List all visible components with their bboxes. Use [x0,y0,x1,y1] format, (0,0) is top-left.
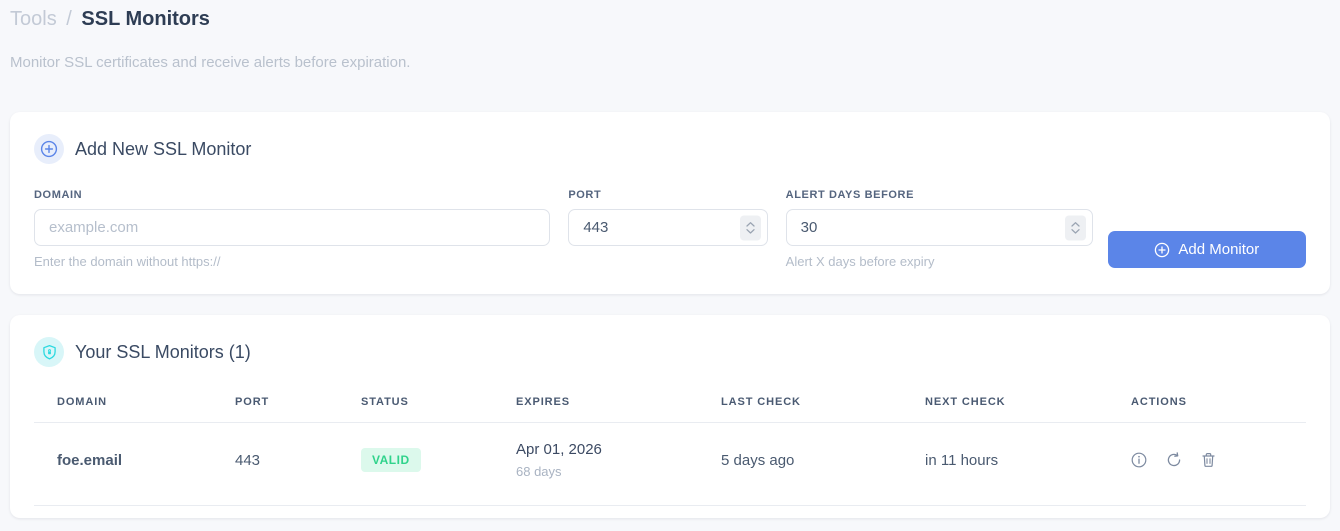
refresh-icon [1167,452,1181,467]
alert-days-helper-text: Alert X days before expiry [785,254,935,269]
monitors-table: DOMAIN PORT STATUS EXPIRES LAST CHECK NE… [34,392,1306,506]
chevron-up-icon [746,221,755,227]
monitor-last-check: 5 days ago [698,422,902,506]
table-row: foe.email 443 VALID Apr 01, 2026 68 days… [34,422,1306,506]
monitors-list-card: Your SSL Monitors (1) DOMAIN PORT STATUS… [10,315,1330,518]
monitors-card-title: Your SSL Monitors (1) [75,341,251,362]
port-input[interactable] [568,209,768,246]
delete-button[interactable] [1201,452,1216,468]
col-header-port: PORT [212,392,338,423]
breadcrumb-tools-link[interactable]: Tools [10,8,57,30]
alert-days-field-group: ALERT DAYS BEFORE Alert X days before ex… [785,189,1093,269]
port-stepper[interactable] [739,215,761,240]
table-header-row: DOMAIN PORT STATUS EXPIRES LAST CHECK NE… [34,392,1306,423]
add-monitor-form: DOMAIN Enter the domain without https://… [34,189,1306,269]
domain-field-group: DOMAIN Enter the domain without https:// [34,189,551,269]
chevron-up-icon [1071,221,1080,227]
plus-circle-icon [34,134,64,164]
add-monitor-card-header: Add New SSL Monitor [34,134,1306,164]
alert-days-label: ALERT DAYS BEFORE [785,189,915,201]
breadcrumb: Tools / SSL Monitors [10,6,1330,32]
add-monitor-button-label: Add Monitor [1178,241,1260,258]
trash-icon [1202,453,1215,467]
info-icon [1131,452,1147,468]
domain-label: DOMAIN [34,189,83,201]
port-label: PORT [568,189,602,201]
domain-helper-text: Enter the domain without https:// [34,254,221,269]
plus-circle-icon [1155,242,1170,257]
monitor-expires-days: 68 days [516,464,562,479]
alert-days-input[interactable] [785,209,1093,246]
monitor-domain: foe.email [34,422,212,506]
add-monitor-card: Add New SSL Monitor DOMAIN Enter the dom… [10,112,1330,294]
col-header-domain: DOMAIN [34,392,212,423]
domain-input[interactable] [34,209,551,246]
info-button[interactable] [1131,452,1147,468]
status-badge: VALID [361,448,421,472]
shield-lock-icon [34,337,64,367]
refresh-button[interactable] [1166,452,1182,468]
add-monitor-button[interactable]: Add Monitor [1107,231,1306,268]
row-actions [1131,452,1290,468]
col-header-expires: EXPIRES [493,392,698,423]
port-field-group: PORT [568,189,768,269]
monitors-card-header: Your SSL Monitors (1) [34,337,1306,367]
breadcrumb-separator: / [66,8,72,30]
monitor-port: 443 [212,422,338,506]
col-header-last-check: LAST CHECK [698,392,902,423]
col-header-actions: ACTIONS [1108,392,1306,423]
page-title: SSL Monitors [81,8,210,30]
page-subtitle: Monitor SSL certificates and receive ale… [10,54,411,71]
alert-days-stepper[interactable] [1064,215,1086,240]
col-header-status: STATUS [338,392,493,423]
chevron-down-icon [1071,228,1080,234]
monitor-next-check: in 11 hours [902,422,1108,506]
chevron-down-icon [746,228,755,234]
ssl-monitors-page: Tools / SSL Monitors Monitor SSL certifi… [0,0,1340,518]
add-monitor-card-title: Add New SSL Monitor [75,138,252,159]
col-header-next-check: NEXT CHECK [902,392,1108,423]
monitor-expires-date: Apr 01, 2026 [516,441,602,458]
